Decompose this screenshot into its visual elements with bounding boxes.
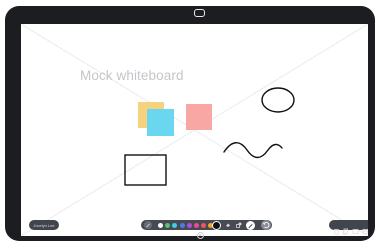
color-swatch-red[interactable]: [201, 222, 207, 228]
color-swatch-cyan[interactable]: [172, 222, 178, 228]
marker-icon: [248, 223, 253, 228]
trash-icon: [334, 228, 339, 235]
shapes-icon: [236, 222, 242, 228]
canvas-drawings: [21, 24, 368, 236]
fullscreen-button[interactable]: [352, 222, 359, 234]
sticky-note-blue[interactable]: [147, 109, 174, 136]
color-swatch-white[interactable]: [158, 222, 163, 228]
share-icon: [362, 228, 368, 234]
whiteboard-canvas[interactable]: Mock whiteboard Jocelyn Lee: [21, 24, 368, 236]
color-swatch-black-selected[interactable]: [212, 220, 221, 230]
user-pill[interactable]: Jocelyn Lee: [29, 220, 59, 230]
pen-tool-button[interactable]: [144, 221, 152, 229]
undo-button[interactable]: [261, 220, 271, 230]
tablet-device: Mock whiteboard Jocelyn Lee: [5, 6, 375, 241]
color-swatch-magenta[interactable]: [194, 222, 199, 228]
color-swatch-green[interactable]: [165, 222, 171, 228]
pen-icon: [146, 223, 150, 228]
home-button[interactable]: [197, 232, 204, 239]
sticky-note-pink[interactable]: [186, 104, 212, 130]
copy-icon: [342, 228, 348, 235]
whiteboard-title: Mock whiteboard: [80, 68, 184, 83]
color-swatch-blue[interactable]: [179, 222, 185, 228]
eraser-icon: [226, 223, 230, 227]
shapes-tool-button[interactable]: [236, 222, 242, 228]
fullscreen-icon: [352, 228, 359, 234]
eraser-tool-button[interactable]: [225, 222, 231, 228]
copy-button[interactable]: [342, 222, 349, 235]
drawn-ellipse[interactable]: [261, 87, 295, 113]
user-name: Jocelyn Lee: [33, 222, 55, 228]
undo-icon: [262, 222, 270, 229]
drawn-squiggle[interactable]: [223, 142, 283, 159]
color-swatch-purple[interactable]: [186, 222, 192, 228]
trash-button[interactable]: [333, 222, 340, 235]
camera-icon: [194, 9, 205, 17]
share-button[interactable]: [362, 222, 368, 234]
marker-tool-button[interactable]: [246, 220, 255, 230]
